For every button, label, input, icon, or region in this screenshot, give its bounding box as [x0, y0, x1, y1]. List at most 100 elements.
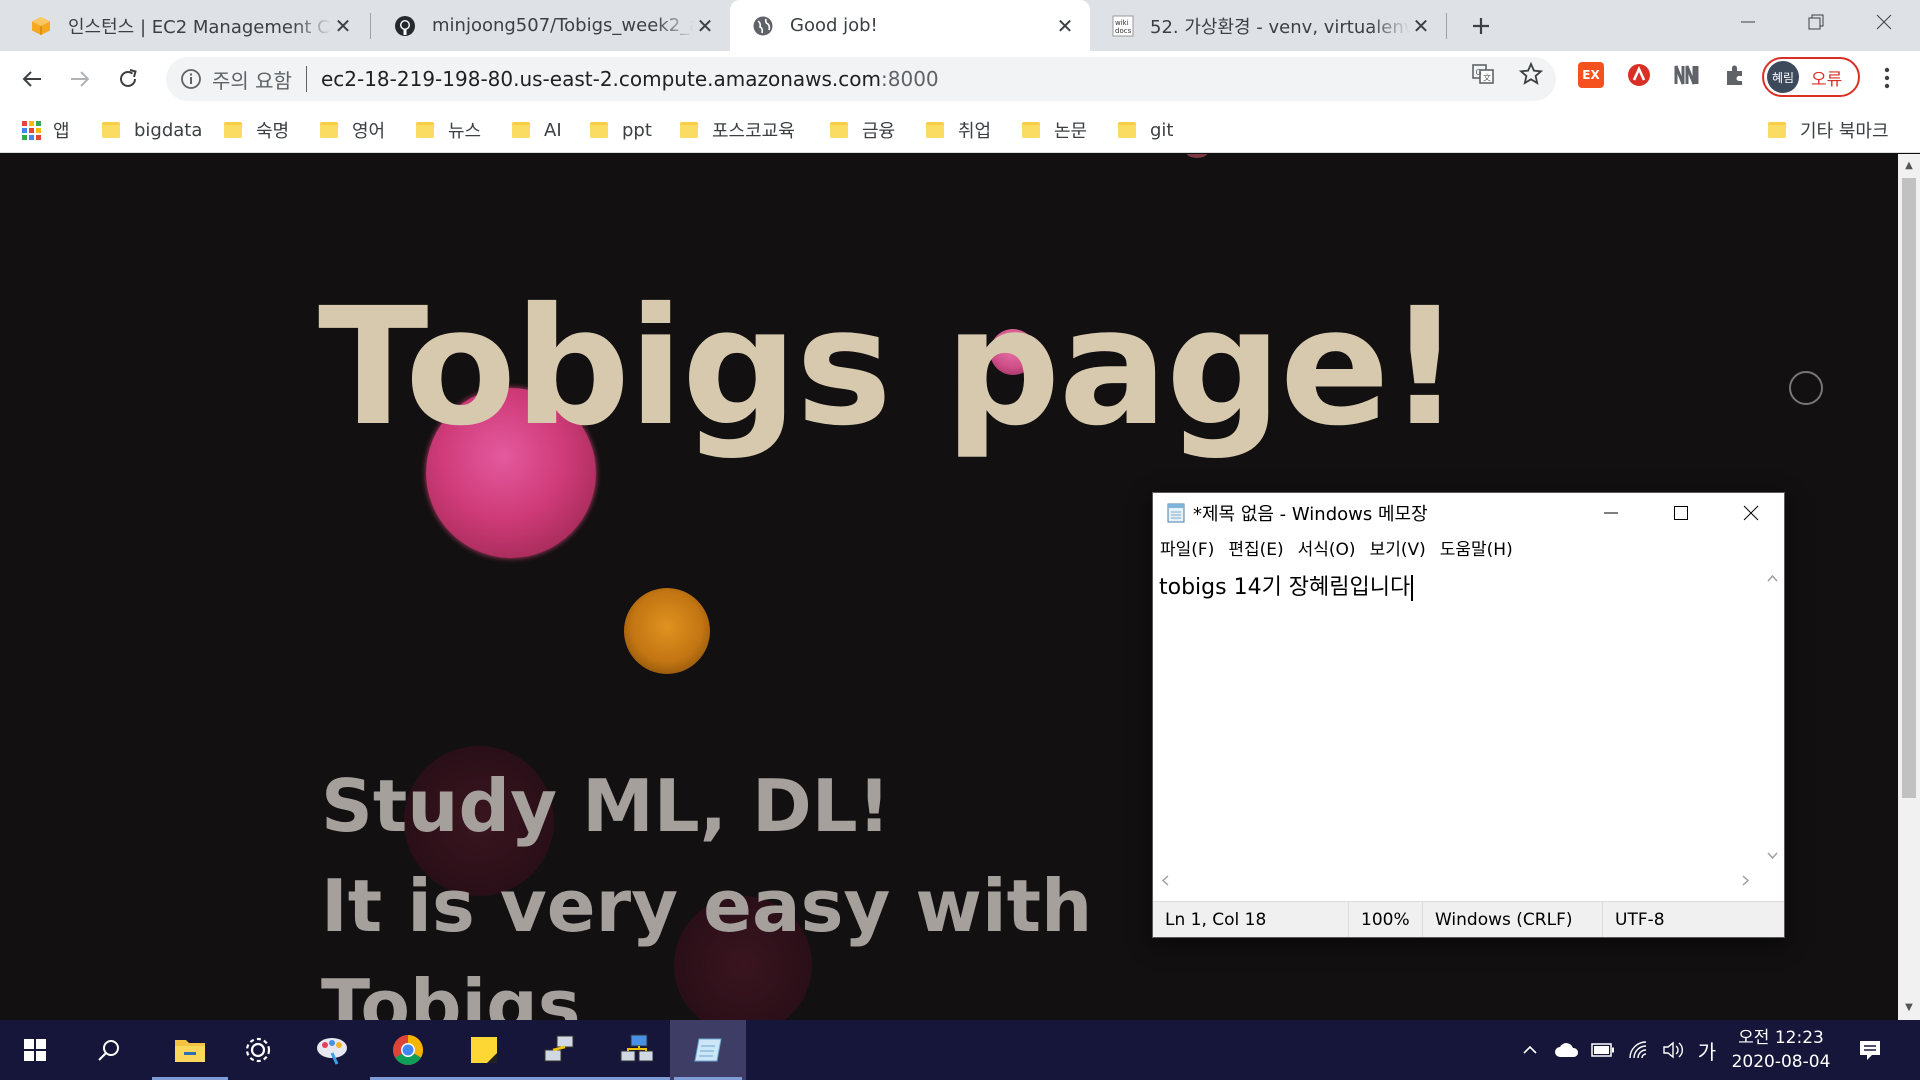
bookmark-folder-finance[interactable]: 금융 [830, 117, 895, 143]
tab-good-job[interactable]: Good job! ✕ [730, 0, 1090, 51]
notepad-statusbar: Ln 1, Col 18 100% Windows (CRLF) UTF-8 [1153, 901, 1784, 937]
bookmark-label: 기타 북마크 [1800, 121, 1889, 142]
sticky-note-icon [471, 1037, 497, 1063]
settings-taskbar-button[interactable] [216, 1020, 300, 1080]
bookmark-folder-posco[interactable]: 포스코교육 [680, 117, 795, 143]
restore-button[interactable] [1782, 0, 1850, 44]
wifi-icon [1629, 1041, 1647, 1059]
url-host: ec2-18-219-198-80.us-east-2.compute.amaz… [320, 67, 881, 91]
folder-icon [1118, 122, 1136, 138]
minimize-icon [1741, 21, 1755, 23]
more-menu-icon[interactable] [1872, 63, 1902, 93]
paint3d-taskbar-button[interactable] [290, 1020, 374, 1080]
bookmark-label: git [1150, 119, 1174, 141]
svg-text:wiki: wiki [1115, 19, 1129, 27]
bookmark-apps[interactable]: 앱 [22, 117, 70, 143]
close-tab-icon[interactable]: ✕ [332, 14, 354, 38]
tab-wikidocs[interactable]: wiki docs 52. 가상환경 - venv, virtualenv, ✕ [1090, 0, 1446, 51]
bookmark-folder-jobs[interactable]: 취업 [926, 117, 991, 143]
other-bookmarks-folder[interactable]: 기타 북마크 [1768, 117, 1889, 143]
folder-icon [1768, 122, 1786, 138]
notepad-menubar: 파일(F) 편집(E) 서식(O) 보기(V) 도움말(H) [1153, 533, 1520, 561]
forward-button[interactable] [60, 59, 100, 99]
taskbar-clock[interactable]: 오전 12:23 2020-08-04 [1726, 1026, 1836, 1074]
scroll-up-arrow-icon[interactable]: ▲ [1902, 158, 1916, 172]
bookmark-folder-news[interactable]: 뉴스 [416, 117, 481, 143]
security-label[interactable]: 주의 요함 [212, 65, 292, 94]
scroll-down-arrow-icon[interactable]: ▼ [1902, 1000, 1916, 1014]
close-tab-icon[interactable]: ✕ [1054, 14, 1076, 38]
svg-text:G: G [1476, 68, 1482, 77]
chrome-taskbar-button[interactable] [366, 1020, 450, 1080]
info-icon[interactable] [180, 68, 202, 90]
volume-tray-icon[interactable] [1658, 1020, 1688, 1080]
notepad-taskbar-button[interactable] [670, 1020, 746, 1080]
menu-file[interactable]: 파일(F) [1160, 535, 1214, 560]
ime-indicator[interactable]: 가 [1692, 1020, 1722, 1080]
back-button[interactable] [12, 59, 52, 99]
bookmark-folder-english[interactable]: 영어 [320, 117, 385, 143]
tab-github[interactable]: minjoong507/Tobigs_week2_ass ✕ [372, 0, 730, 51]
bookmark-label: 영어 [352, 121, 386, 142]
bookmark-folder-ppt[interactable]: ppt [590, 117, 652, 143]
chevron-up-icon [1523, 1045, 1537, 1054]
profile-error-label: 오류 [1811, 69, 1843, 90]
notepad-maximize-button[interactable] [1646, 493, 1716, 533]
menu-view[interactable]: 보기(V) [1370, 535, 1426, 560]
bookmark-folder-bigdata[interactable]: bigdata [102, 117, 202, 143]
gear-icon [245, 1037, 271, 1063]
notepad-close-button[interactable] [1716, 493, 1786, 533]
notepad-text-area[interactable]: tobigs 14기 장혜림입니다 [1153, 565, 1761, 869]
battery-tray-icon[interactable] [1588, 1020, 1618, 1080]
notepad-minimize-button[interactable] [1576, 493, 1646, 533]
red-extension-icon[interactable] [1626, 62, 1652, 88]
clock-date: 2020-08-04 [1731, 1052, 1831, 1072]
menu-help[interactable]: 도움말(H) [1440, 535, 1513, 560]
search-button[interactable] [70, 1020, 148, 1080]
bookmark-folder-papers[interactable]: 논문 [1022, 117, 1087, 143]
status-cursor-position: Ln 1, Col 18 [1153, 902, 1349, 937]
chrome-icon [393, 1035, 424, 1065]
remote-desktop-taskbar-button[interactable] [594, 1020, 678, 1080]
ex-extension-icon[interactable]: EX [1578, 62, 1604, 88]
onedrive-tray-icon[interactable] [1550, 1020, 1584, 1080]
scrollbar-thumb[interactable] [1902, 178, 1916, 798]
bookmark-label: 논문 [1054, 121, 1088, 142]
page-title: Tobigs page! [318, 274, 1462, 462]
bookmark-folder-git[interactable]: git [1118, 117, 1173, 143]
menu-format[interactable]: 서식(O) [1298, 535, 1356, 560]
folder-icon [1022, 122, 1040, 138]
network-tool-taskbar-button[interactable] [518, 1020, 602, 1080]
reload-button[interactable] [108, 59, 148, 99]
tab-title: Good job! [790, 15, 878, 36]
tab-ec2[interactable]: 인스턴스 | EC2 Management Co ✕ [8, 0, 368, 51]
wifi-tray-icon[interactable] [1624, 1020, 1654, 1080]
show-hidden-icons-button[interactable] [1516, 1020, 1544, 1080]
svg-text:文: 文 [1483, 73, 1491, 83]
sticky-notes-taskbar-button[interactable] [442, 1020, 526, 1080]
page-scrollbar[interactable]: ▲ ▼ [1898, 154, 1920, 1020]
bookmark-folder-ai[interactable]: AI [512, 117, 562, 143]
close-tab-icon[interactable]: ✕ [694, 14, 716, 38]
minimize-button[interactable] [1714, 0, 1782, 44]
action-center-button[interactable] [1850, 1020, 1890, 1080]
puzzle-extensions-icon[interactable] [1722, 62, 1748, 88]
paint-palette-icon [317, 1038, 347, 1065]
address-bar[interactable]: 주의 요함 ec2-18-219-198-80.us-east-2.comput… [166, 57, 1556, 101]
translate-icon[interactable]: G文 [1470, 61, 1496, 87]
tab-separator [370, 13, 371, 39]
nn-extension-icon[interactable] [1674, 62, 1700, 88]
notepad-horizontal-scrollbar[interactable] [1153, 869, 1761, 892]
address-separator [305, 66, 307, 92]
start-button[interactable] [0, 1020, 70, 1080]
menu-edit[interactable]: 편집(E) [1228, 535, 1283, 560]
close-window-button[interactable] [1850, 0, 1918, 44]
bookmark-folder-sookmyung[interactable]: 숙명 [224, 117, 289, 143]
profile-chip[interactable]: 혜림 오류 [1762, 57, 1860, 97]
notepad-vertical-scrollbar[interactable] [1761, 565, 1784, 869]
bookmark-label: 포스코교육 [712, 121, 795, 142]
close-tab-icon[interactable]: ✕ [1410, 14, 1432, 38]
new-tab-button[interactable] [1466, 11, 1496, 41]
bookmark-star-icon[interactable] [1518, 61, 1544, 87]
tab-separator [1446, 13, 1447, 39]
